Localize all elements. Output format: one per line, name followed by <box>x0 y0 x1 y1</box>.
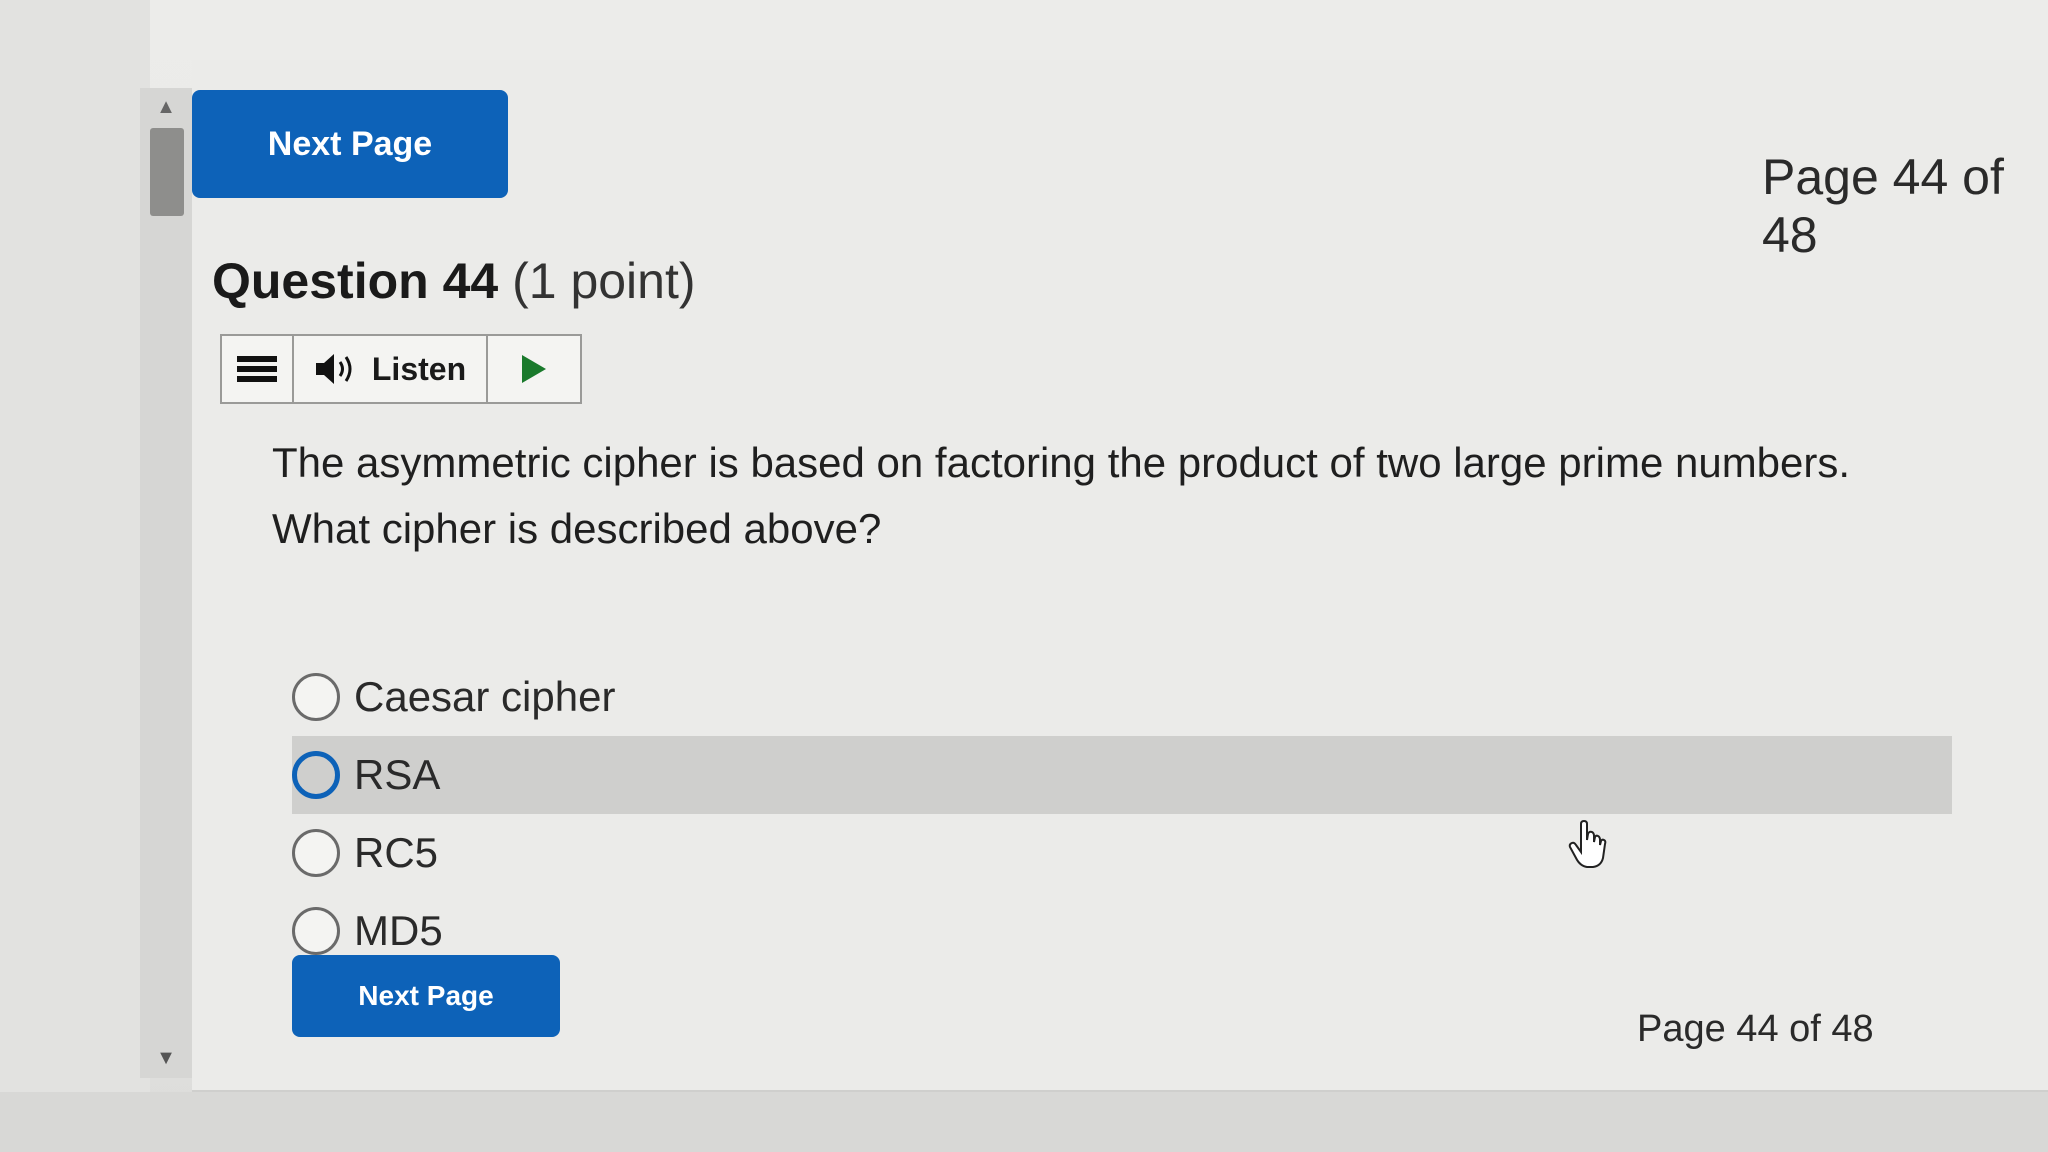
vertical-scrollbar[interactable]: ▲ ▼ <box>140 88 192 1078</box>
listen-label: Listen <box>371 350 467 387</box>
scroll-down-arrow-icon[interactable]: ▼ <box>140 1047 192 1070</box>
next-page-button-bottom[interactable]: Next Page <box>292 955 560 1037</box>
listen-toolbar: Listen <box>220 334 582 404</box>
radio-button[interactable] <box>292 673 340 721</box>
hamburger-menu-icon <box>237 352 277 386</box>
scroll-thumb[interactable] <box>150 128 184 216</box>
answer-option-label: MD5 <box>354 907 443 954</box>
play-icon <box>522 355 546 383</box>
radio-button[interactable] <box>292 751 340 799</box>
page-indicator-top: Page 44 of 48 <box>1762 149 2004 263</box>
answer-option-rsa[interactable]: RSA <box>292 736 1952 814</box>
answer-option-label: RSA <box>354 751 441 798</box>
listen-button[interactable]: Listen <box>294 336 488 402</box>
question-points: (1 point) <box>512 253 696 309</box>
page: ▲ ▼ Next Page Page 44 of 48 Question 44 … <box>0 0 2048 1152</box>
scroll-up-arrow-icon[interactable]: ▲ <box>140 96 192 119</box>
question-title: Question 44 (1 point) <box>212 252 696 310</box>
question-number: Question 44 <box>212 253 499 309</box>
radio-button[interactable] <box>292 907 340 955</box>
quiz-content: Next Page Page 44 of 48 Question 44 (1 p… <box>192 60 2048 1090</box>
answer-options: Caesar cipher RSA RC5 MD5 <box>292 658 1952 970</box>
footer-bar <box>0 1092 2048 1152</box>
radio-button[interactable] <box>292 829 340 877</box>
page-indicator-bottom: Page 44 of 48 <box>1637 1008 1874 1050</box>
question-text: The asymmetric cipher is based on factor… <box>272 439 1851 552</box>
answer-option-caesar-cipher[interactable]: Caesar cipher <box>292 658 1952 736</box>
play-button[interactable] <box>488 336 580 402</box>
answer-option-label: Caesar cipher <box>354 673 616 720</box>
next-page-button-top[interactable]: Next Page <box>192 90 508 198</box>
speaker-icon <box>315 354 352 384</box>
left-gutter <box>0 0 150 1152</box>
listen-menu-button[interactable] <box>222 336 294 402</box>
hand-pointer-cursor-icon <box>1568 820 1607 868</box>
answer-option-rc5[interactable]: RC5 <box>292 814 1952 892</box>
answer-option-label: RC5 <box>354 829 439 876</box>
